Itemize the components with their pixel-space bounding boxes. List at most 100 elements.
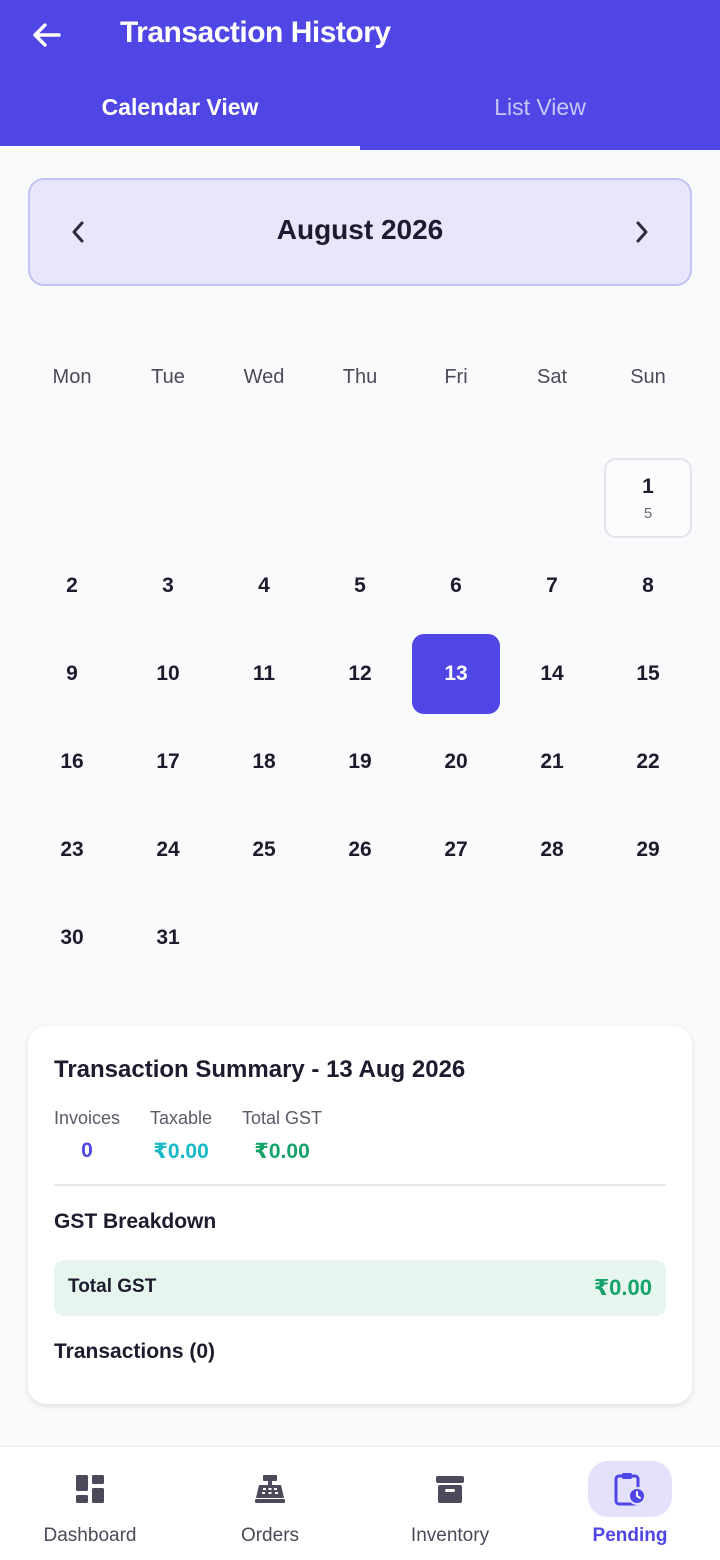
nav-item-pending[interactable]: Pending bbox=[540, 1461, 720, 1551]
day-number: 8 bbox=[642, 574, 654, 597]
nav-item-dashboard[interactable]: Dashboard bbox=[0, 1461, 180, 1551]
day-number: 30 bbox=[60, 926, 84, 949]
day-number: 21 bbox=[540, 750, 564, 773]
calendar-day-19[interactable]: 19 bbox=[316, 722, 404, 802]
calendar-day-15[interactable]: 15 bbox=[604, 634, 692, 714]
invoices-label: Invoices bbox=[54, 1108, 121, 1128]
calendar-day-29[interactable]: 29 bbox=[604, 810, 692, 890]
weekday-wed: Wed bbox=[243, 366, 285, 388]
bottom-navigation: Dashboard Orders Inventory Pending bbox=[0, 1446, 720, 1560]
day-number: 20 bbox=[444, 750, 468, 773]
day-number: 18 bbox=[252, 750, 276, 773]
day-number: 23 bbox=[60, 838, 84, 861]
arrow-left-icon bbox=[33, 23, 61, 47]
calendar-day-16[interactable]: 16 bbox=[28, 722, 116, 802]
calendar-day-22[interactable]: 22 bbox=[604, 722, 692, 802]
calendar-day-30[interactable]: 30 bbox=[28, 898, 116, 978]
weekday-mon: Mon bbox=[52, 366, 92, 388]
day-number: 14 bbox=[540, 662, 564, 685]
weekday-tue: Tue bbox=[151, 366, 185, 388]
day-number: 13 bbox=[444, 662, 468, 685]
dashboard-icon bbox=[48, 1461, 132, 1517]
invoices-value: 0 bbox=[81, 1139, 93, 1162]
calendar-day-23[interactable]: 23 bbox=[28, 810, 116, 890]
month-selector: August 2026 bbox=[28, 178, 692, 286]
calendar-day-18[interactable]: 18 bbox=[220, 722, 308, 802]
day-number: 10 bbox=[156, 662, 180, 685]
day-number: 17 bbox=[156, 750, 180, 773]
calendar-day-21[interactable]: 21 bbox=[508, 722, 596, 802]
calendar-day-9[interactable]: 9 bbox=[28, 634, 116, 714]
total-gst-value: ₹0.00 bbox=[254, 1140, 310, 1163]
transaction-count: 5 bbox=[643, 504, 653, 522]
chevron-right-icon bbox=[636, 221, 648, 243]
calendar-day-24[interactable]: 24 bbox=[124, 810, 212, 890]
back-button[interactable] bbox=[22, 12, 72, 58]
nav-label-pending: Pending bbox=[592, 1525, 668, 1546]
gst-total-label: Total GST bbox=[68, 1276, 157, 1297]
weekday-thu: Thu bbox=[342, 366, 378, 388]
taxable-value: ₹0.00 bbox=[153, 1140, 209, 1163]
calendar-day-27[interactable]: 27 bbox=[412, 810, 500, 890]
calendar-day-5[interactable]: 5 bbox=[316, 546, 404, 626]
calendar-day-7[interactable]: 7 bbox=[508, 546, 596, 626]
calendar-day-26[interactable]: 26 bbox=[316, 810, 404, 890]
day-number: 5 bbox=[354, 574, 366, 597]
calendar-day-17[interactable]: 17 bbox=[124, 722, 212, 802]
page-title: Transaction History bbox=[120, 16, 391, 49]
calendar-day-31[interactable]: 31 bbox=[124, 898, 212, 978]
calendar-day-6[interactable]: 6 bbox=[412, 546, 500, 626]
day-number: 1 bbox=[642, 474, 654, 498]
invoices-stat: Invoices 0 bbox=[54, 1108, 120, 1163]
day-number: 7 bbox=[546, 574, 558, 597]
calendar-day-8[interactable]: 8 bbox=[604, 546, 692, 626]
day-number: 29 bbox=[636, 838, 660, 861]
day-number: 31 bbox=[156, 926, 180, 949]
day-number: 4 bbox=[258, 574, 270, 597]
calendar-day-14[interactable]: 14 bbox=[508, 634, 596, 714]
transaction-summary-card: Transaction Summary - 13 Aug 2026 Invoic… bbox=[28, 1026, 692, 1404]
tab-list-view[interactable]: List View bbox=[360, 76, 720, 150]
archive-box-icon bbox=[408, 1461, 492, 1517]
day-number: 15 bbox=[636, 662, 660, 685]
gst-total-value: ₹0.00 bbox=[593, 1275, 652, 1300]
day-number: 12 bbox=[348, 662, 372, 685]
day-number: 28 bbox=[540, 838, 564, 861]
day-number: 27 bbox=[444, 838, 468, 861]
day-number: 2 bbox=[66, 574, 78, 597]
month-label: August 2026 bbox=[276, 214, 444, 245]
nav-item-inventory[interactable]: Inventory bbox=[360, 1461, 540, 1551]
day-number: 3 bbox=[162, 574, 174, 597]
calendar-day-13[interactable]: 13 bbox=[412, 634, 500, 714]
taxable-label: Taxable bbox=[150, 1108, 213, 1128]
taxable-stat: Taxable ₹0.00 bbox=[150, 1108, 212, 1164]
day-number: 6 bbox=[450, 574, 462, 597]
calendar-day-11[interactable]: 11 bbox=[220, 634, 308, 714]
transactions-title: Transactions (0) bbox=[54, 1340, 216, 1363]
nav-label-dashboard: Dashboard bbox=[43, 1525, 137, 1546]
cash-register-icon bbox=[228, 1461, 312, 1517]
app-bar: Transaction History Calendar View List V… bbox=[0, 0, 720, 150]
summary-title: Transaction Summary - 13 Aug 2026 bbox=[54, 1056, 466, 1083]
calendar-day-28[interactable]: 28 bbox=[508, 810, 596, 890]
weekday-sun: Sun bbox=[630, 366, 666, 388]
next-month-button[interactable] bbox=[618, 208, 666, 256]
calendar-day-10[interactable]: 10 bbox=[124, 634, 212, 714]
calendar-day-2[interactable]: 2 bbox=[28, 546, 116, 626]
day-number: 22 bbox=[636, 750, 660, 773]
day-number: 25 bbox=[252, 838, 276, 861]
divider bbox=[54, 1184, 666, 1186]
calendar-day-12[interactable]: 12 bbox=[316, 634, 404, 714]
active-tab-indicator bbox=[0, 146, 360, 150]
calendar-day-25[interactable]: 25 bbox=[220, 810, 308, 890]
gst-total-row: Total GST ₹0.00 bbox=[54, 1260, 666, 1316]
nav-item-orders[interactable]: Orders bbox=[180, 1461, 360, 1551]
calendar-day-3[interactable]: 3 bbox=[124, 546, 212, 626]
weekday-fri: Fri bbox=[444, 366, 468, 388]
day-number: 11 bbox=[252, 662, 276, 685]
calendar-day-1[interactable]: 15 bbox=[604, 458, 692, 538]
calendar-day-4[interactable]: 4 bbox=[220, 546, 308, 626]
day-number: 19 bbox=[348, 750, 372, 773]
calendar-day-20[interactable]: 20 bbox=[412, 722, 500, 802]
tab-calendar-view[interactable]: Calendar View bbox=[0, 76, 360, 150]
